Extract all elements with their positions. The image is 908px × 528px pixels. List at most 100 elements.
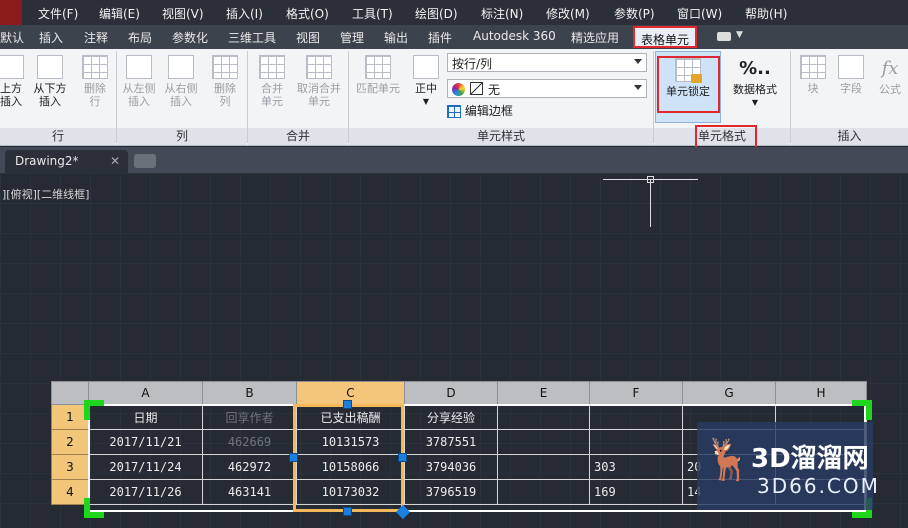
tab-featured-apps[interactable]: 精选应用 bbox=[571, 29, 619, 46]
insert-field-button[interactable]: 字段 bbox=[833, 55, 869, 95]
column-header[interactable]: E bbox=[497, 381, 590, 405]
menu-view[interactable]: 视图(V) bbox=[162, 5, 204, 22]
panel-title-cell-style: 单元样式 bbox=[349, 128, 653, 145]
menu-insert[interactable]: 插入(I) bbox=[226, 5, 263, 22]
data-format-label: 数据格式 bbox=[733, 83, 777, 96]
menu-window[interactable]: 窗口(W) bbox=[677, 5, 722, 22]
tab-output[interactable]: 输出 bbox=[384, 29, 408, 46]
insert-field-label: 字段 bbox=[840, 82, 862, 95]
menu-parameters[interactable]: 参数(P) bbox=[614, 5, 655, 22]
document-tab-bar: Drawing2* ✕ bbox=[0, 147, 908, 173]
tab-3d-tools[interactable]: 三维工具 bbox=[228, 29, 276, 46]
insert-right-label: 从右侧 插入 bbox=[164, 82, 198, 108]
chevron-down-icon: ▼ bbox=[751, 98, 759, 107]
table-corner-grip-bottom-left[interactable] bbox=[84, 498, 104, 518]
selected-column-outline bbox=[293, 404, 404, 512]
delete-col-icon bbox=[212, 55, 238, 79]
chevron-down-icon bbox=[634, 59, 642, 64]
table-corner[interactable] bbox=[51, 381, 89, 405]
background-fill-dropdown[interactable]: 无 bbox=[447, 79, 647, 98]
viewport-label[interactable]: ][俯视][二维线框] bbox=[2, 186, 89, 202]
row-header[interactable]: 1 bbox=[51, 404, 89, 430]
tab-plugins[interactable]: 插件 bbox=[428, 29, 452, 46]
ribbon-tab-row: 默认 插入 注释 布局 参数化 三维工具 视图 管理 输出 插件 Autodes… bbox=[0, 25, 908, 49]
merge-cells-button[interactable]: 合并 单元 bbox=[252, 55, 292, 108]
tab-annotate[interactable]: 注释 bbox=[84, 29, 108, 46]
column-header[interactable]: F bbox=[589, 381, 683, 405]
close-icon[interactable]: ✕ bbox=[110, 154, 120, 168]
tab-table-cell[interactable]: 表格单元 bbox=[633, 26, 698, 48]
cell-style-dropdown[interactable]: 按行/列 bbox=[447, 53, 647, 72]
tab-default[interactable]: 默认 bbox=[0, 29, 24, 46]
insert-below-label: 从下方 插入 bbox=[33, 82, 67, 108]
borders-icon bbox=[447, 105, 461, 118]
document-tab[interactable]: Drawing2* ✕ bbox=[5, 150, 128, 173]
insert-below-button[interactable]: 从下方 插入 bbox=[30, 55, 70, 108]
insert-left-button[interactable]: 从左侧 插入 bbox=[119, 55, 159, 108]
insert-above-button[interactable]: 上方 插入 bbox=[0, 55, 26, 108]
column-header[interactable]: G bbox=[682, 381, 776, 405]
lock-icon bbox=[675, 58, 702, 83]
delete-row-icon bbox=[82, 55, 108, 79]
document-tab-name: Drawing2* bbox=[15, 154, 79, 168]
tab-view[interactable]: 视图 bbox=[296, 29, 320, 46]
row-header[interactable]: 3 bbox=[51, 454, 89, 480]
minimize-ribbon-icon[interactable] bbox=[717, 32, 731, 41]
cell-style-value: 按行/列 bbox=[452, 57, 493, 71]
menu-help[interactable]: 帮助(H) bbox=[745, 5, 787, 22]
grip-top[interactable] bbox=[343, 400, 352, 409]
menu-file[interactable]: 文件(F) bbox=[38, 5, 78, 22]
menu-draw[interactable]: 绘图(D) bbox=[415, 5, 458, 22]
delete-col-button[interactable]: 删除 列 bbox=[207, 55, 243, 108]
row-header[interactable]: 2 bbox=[51, 429, 89, 455]
crosshair-vertical bbox=[650, 179, 651, 227]
row-header[interactable]: 4 bbox=[51, 479, 89, 505]
cell-lock-button[interactable]: 单元锁定 bbox=[658, 58, 718, 98]
align-middle-center-icon bbox=[413, 55, 439, 79]
insert-formula-label: 公式 bbox=[879, 83, 901, 96]
delete-row-label: 删除 行 bbox=[84, 82, 106, 108]
merge-cells-icon bbox=[259, 55, 285, 79]
column-header-row: A B C D E F G H bbox=[51, 381, 867, 405]
tab-parametric[interactable]: 参数化 bbox=[172, 29, 208, 46]
menu-modify[interactable]: 修改(M) bbox=[546, 5, 590, 22]
grip-bottom[interactable] bbox=[343, 507, 352, 516]
panel-title-merge: 合并 bbox=[248, 128, 348, 145]
menu-bar: 文件(F) 编辑(E) 视图(V) 插入(I) 格式(O) 工具(T) 绘图(D… bbox=[0, 0, 908, 25]
watermark-site: 3D66.COM bbox=[757, 474, 880, 498]
chevron-down-icon bbox=[634, 85, 642, 90]
menu-tools[interactable]: 工具(T) bbox=[352, 5, 393, 22]
deer-logo-icon: 🦌 bbox=[703, 437, 753, 483]
insert-formula-button[interactable]: fx 公式 bbox=[872, 55, 908, 96]
field-icon bbox=[838, 55, 864, 79]
match-cell-button[interactable]: 匹配单元 bbox=[352, 55, 404, 95]
unmerge-cells-label: 取消合并 单元 bbox=[297, 82, 341, 108]
menu-edit[interactable]: 编辑(E) bbox=[99, 5, 140, 22]
insert-right-button[interactable]: 从右侧 插入 bbox=[161, 55, 201, 108]
new-tab-button[interactable] bbox=[134, 154, 156, 168]
tab-autodesk-360[interactable]: Autodesk 360 bbox=[473, 29, 556, 43]
alignment-button[interactable]: 正中 ▼ bbox=[407, 55, 445, 108]
delete-row-button[interactable]: 删除 行 bbox=[79, 55, 111, 108]
menu-format[interactable]: 格式(O) bbox=[286, 5, 329, 22]
app-menu-button[interactable] bbox=[0, 0, 22, 25]
unmerge-cells-button[interactable]: 取消合并 单元 bbox=[292, 55, 346, 108]
insert-block-button[interactable]: 块 bbox=[795, 55, 831, 95]
tab-manage[interactable]: 管理 bbox=[340, 29, 364, 46]
data-format-button[interactable]: %.. 数据格式 ▼ bbox=[727, 55, 783, 109]
tab-layout[interactable]: 布局 bbox=[128, 29, 152, 46]
fx-icon: fx bbox=[881, 58, 899, 79]
column-header[interactable]: A bbox=[88, 381, 203, 405]
table-corner-grip-top-right[interactable] bbox=[852, 400, 872, 420]
table-corner-grip-top-left[interactable] bbox=[84, 400, 104, 420]
delete-col-label: 删除 列 bbox=[214, 82, 236, 108]
menu-dimension[interactable]: 标注(N) bbox=[481, 5, 523, 22]
column-header[interactable]: D bbox=[404, 381, 498, 405]
column-header[interactable]: B bbox=[202, 381, 297, 405]
watermark: 🦌 3D溜溜网 3D66.COM bbox=[697, 422, 878, 510]
chevron-down-icon[interactable]: ▼ bbox=[736, 30, 743, 40]
tab-insert[interactable]: 插入 bbox=[39, 29, 63, 46]
edit-borders-button[interactable]: 编辑边框 bbox=[447, 105, 537, 118]
grip-left[interactable] bbox=[289, 453, 298, 462]
grip-right[interactable] bbox=[398, 453, 407, 462]
